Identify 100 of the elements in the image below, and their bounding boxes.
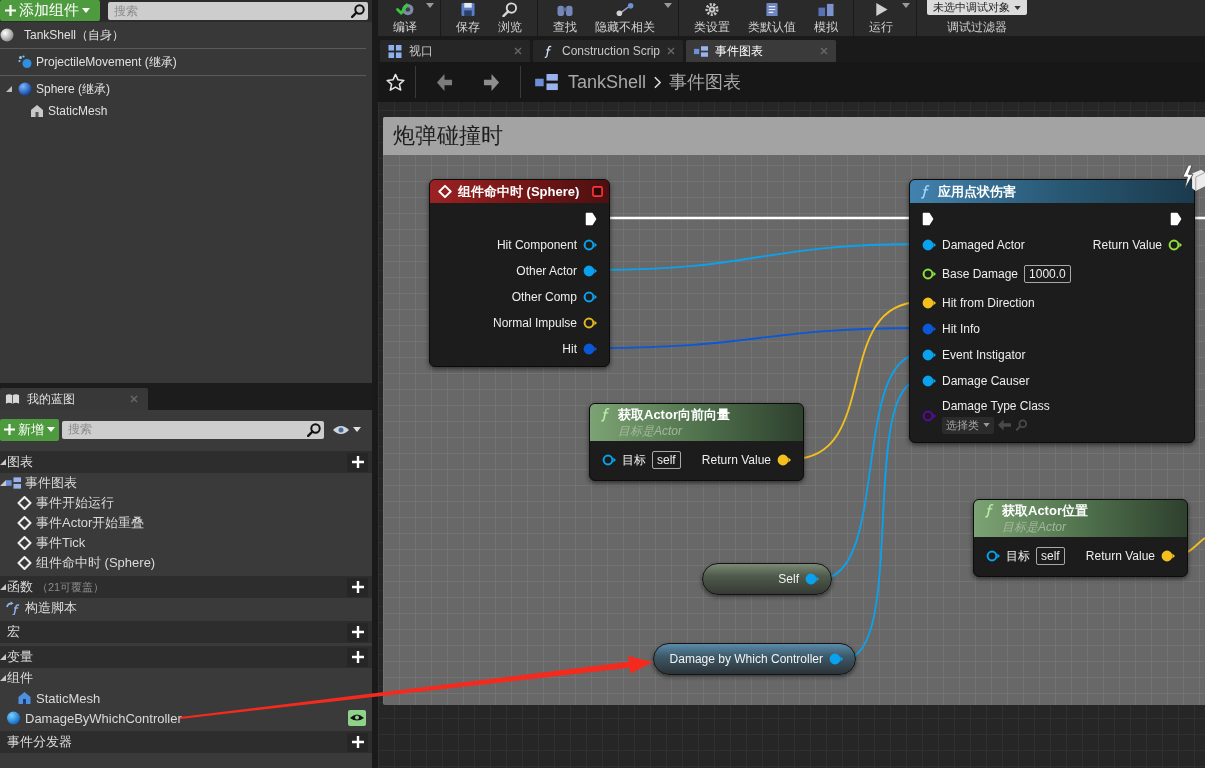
value-field[interactable]: 1000.0 <box>1024 265 1071 283</box>
expand-arrow-icon[interactable] <box>0 583 6 591</box>
toolbar-button[interactable]: 隐藏不相关 <box>586 0 664 36</box>
section-title[interactable]: 事件分发器 <box>7 733 72 751</box>
plus-icon <box>351 651 364 663</box>
toolbar-button[interactable]: 编译 <box>384 0 426 36</box>
pin-icon[interactable] <box>922 297 936 309</box>
breadcrumb-item[interactable]: TankShell <box>568 71 647 93</box>
value-field[interactable]: self <box>652 451 681 469</box>
expand-arrow-icon[interactable] <box>0 458 6 466</box>
section-title[interactable]: 宏 <box>7 623 20 641</box>
pin-icon[interactable] <box>922 375 936 387</box>
variable-node[interactable]: Damage by Which Controller <box>653 643 856 675</box>
pin-label: Return Value <box>1092 238 1162 252</box>
graph-canvas[interactable] <box>378 62 1205 768</box>
graph-icon <box>694 44 708 58</box>
toolbar-button[interactable]: 查找 <box>544 0 586 36</box>
square-pin-icon[interactable] <box>592 186 603 197</box>
toolbar-button[interactable]: 类默认值 <box>739 0 805 36</box>
checkmark-gear-icon <box>395 2 415 17</box>
pin-icon[interactable] <box>583 291 597 303</box>
section-title[interactable]: 函数 <box>7 578 33 596</box>
diamond-icon <box>438 184 452 199</box>
caret-icon[interactable] <box>426 3 434 8</box>
tree-item[interactable]: 事件开始运行 <box>0 493 372 513</box>
forward-arrow-icon[interactable] <box>483 72 500 92</box>
add-button[interactable] <box>347 622 368 642</box>
pin-icon[interactable] <box>583 317 597 329</box>
add-button[interactable] <box>347 452 368 472</box>
toolbar-button[interactable]: 运行 <box>860 0 902 36</box>
add-button[interactable] <box>347 647 368 667</box>
pin-icon[interactable] <box>583 239 597 251</box>
tree-item[interactable]: 组件命中时 (Sphere) <box>0 553 372 573</box>
pin-icon[interactable] <box>986 550 1000 562</box>
exec-pin-icon[interactable] <box>1170 212 1182 226</box>
component-item[interactable]: ProjectileMovement (继承) <box>0 51 372 73</box>
close-icon[interactable] <box>514 47 522 55</box>
plus-icon <box>351 736 364 748</box>
search-icon <box>307 422 321 437</box>
editor-tab[interactable]: 事件图表 <box>686 40 836 62</box>
tree-item[interactable]: 构造脚本 <box>0 598 372 618</box>
component-item[interactable]: StaticMesh <box>0 100 372 122</box>
toolbar-button[interactable]: 模拟 <box>805 0 847 36</box>
value-field[interactable]: self <box>1036 547 1065 565</box>
eye-icon[interactable] <box>332 424 350 435</box>
editor-tab[interactable]: Construction Scrip <box>533 40 683 62</box>
caret-icon[interactable] <box>353 427 361 432</box>
sphere-icon <box>0 28 14 42</box>
expand-arrow-icon[interactable] <box>0 653 6 661</box>
pin-label: Event Instigator <box>942 348 1026 362</box>
caret-icon[interactable] <box>902 3 910 8</box>
back-arrow-icon[interactable] <box>436 72 453 92</box>
toolbar-button[interactable]: 保存 <box>447 0 489 36</box>
editor-tab[interactable]: 视口 <box>380 40 530 62</box>
connected-nodes-icon <box>615 2 635 17</box>
toolbar-button[interactable]: 浏览 <box>489 0 531 36</box>
pin-icon[interactable] <box>1161 550 1175 562</box>
tree-item[interactable]: 事件Actor开始重叠 <box>0 513 372 533</box>
plus-icon <box>351 626 364 638</box>
blueprint-node[interactable]: 应用点状伤害 Damaged Actor Base Damage 1000.0 Hit from Direction Hit Info Event Instigator Damage Causer Damage Type Class 选择类 Return Value <box>909 179 1195 443</box>
debug-filter-label: 调试过滤器 <box>947 19 1007 36</box>
add-button[interactable] <box>347 577 368 597</box>
tree-item[interactable]: StaticMesh <box>0 688 372 708</box>
plus-icon <box>4 424 15 435</box>
pin-icon[interactable] <box>583 265 597 277</box>
pin-icon[interactable] <box>922 239 936 251</box>
variable-label: Damage by Which Controller <box>669 652 823 666</box>
tree-item[interactable]: 事件Tick <box>0 533 372 553</box>
tree-item[interactable]: 事件图表 <box>0 473 372 493</box>
expand-arrow-icon[interactable] <box>0 479 6 487</box>
panel-tab[interactable]: 我的蓝图 <box>0 388 148 410</box>
component-item[interactable]: Sphere (继承) <box>0 78 372 100</box>
variable-label: Self <box>778 572 799 586</box>
debug-object-dropdown[interactable]: 未选中调试对象 <box>927 0 1027 15</box>
exec-pin-icon[interactable] <box>585 212 597 226</box>
add-button[interactable] <box>347 732 368 752</box>
section-title[interactable]: 变量 <box>7 648 33 666</box>
toolbar-button[interactable]: 类设置 <box>685 0 739 36</box>
pin-icon[interactable] <box>922 268 936 280</box>
exec-pin-icon[interactable] <box>922 212 934 226</box>
expand-arrow-icon[interactable] <box>0 674 6 682</box>
house-icon <box>30 104 44 118</box>
caret-icon[interactable] <box>664 3 672 8</box>
pin-icon[interactable] <box>1168 239 1182 251</box>
component-item[interactable]: TankShell（自身） <box>0 24 372 46</box>
blueprint-node[interactable]: 组件命中时 (Sphere) Hit Component Other Actor Other Comp Normal Impulse Hit <box>429 179 610 367</box>
section-title[interactable]: 图表 <box>7 453 33 471</box>
star-icon[interactable] <box>386 72 405 92</box>
close-icon[interactable] <box>667 47 676 55</box>
eye-icon[interactable] <box>348 710 366 726</box>
expand-arrow-icon[interactable] <box>6 85 12 93</box>
sphere-icon <box>6 711 21 725</box>
tree-item[interactable]: 组件 <box>0 668 372 688</box>
class-picker-dropdown[interactable]: 选择类 <box>942 416 994 434</box>
plus-icon <box>351 456 364 468</box>
pin-label: Return Value <box>701 453 771 467</box>
variable-node[interactable]: Self <box>702 563 832 595</box>
pin-icon[interactable] <box>922 349 936 361</box>
pin-icon[interactable] <box>602 454 616 466</box>
pin-icon[interactable] <box>777 454 791 466</box>
